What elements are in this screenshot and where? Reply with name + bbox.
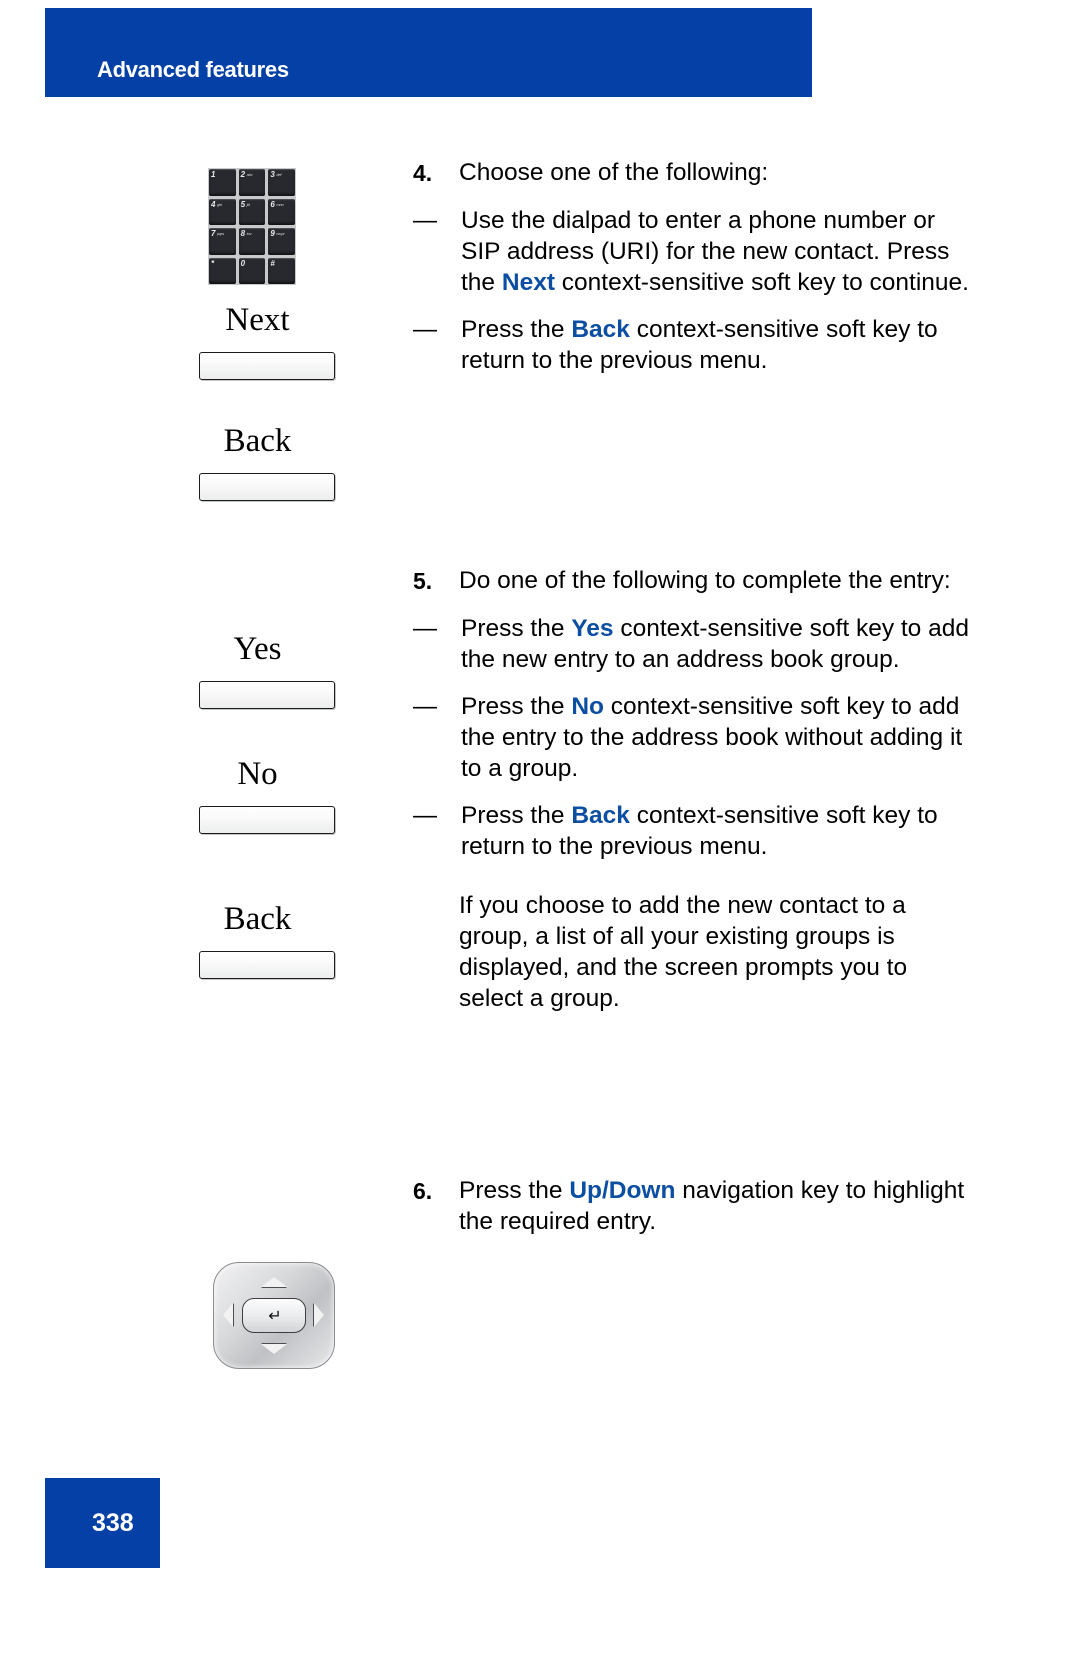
softkey-block-next-0: Next	[150, 300, 410, 380]
dialpad-key-number: 2	[240, 170, 246, 179]
dialpad-key-number: 3	[270, 170, 275, 179]
dialpad-key-4[interactable]: 4 ghi	[209, 198, 236, 225]
header-banner	[45, 8, 812, 97]
softkey-button[interactable]	[199, 951, 335, 979]
dialpad-key-number: 7	[211, 229, 216, 238]
dialpad-key-number: 6	[270, 199, 275, 209]
softkey-block-yes-2: Yes	[150, 629, 410, 709]
body-text: Press the	[461, 316, 572, 343]
softkey-label: Back	[223, 901, 292, 937]
dialpad-key-number: 8	[240, 229, 246, 238]
dialpad-key-1[interactable]: 1	[209, 169, 236, 196]
softkey-block-back-1: Back	[150, 421, 410, 501]
em-dash-marker: —	[413, 693, 437, 720]
softkey-reference: Next	[501, 269, 555, 296]
softkey-button[interactable]	[199, 473, 335, 501]
dialpad-key-letters: wxyz	[276, 231, 285, 236]
step-number: 5.	[413, 568, 433, 594]
softkey-button[interactable]	[199, 681, 335, 709]
bullet-text: Press the Back context-sensitive soft ke…	[461, 314, 973, 376]
dialpad-key-8[interactable]: 8 tuv	[238, 228, 266, 255]
dialpad-key-hash[interactable]: #	[268, 257, 295, 284]
step-text: Do one of the following to complete the …	[459, 567, 951, 594]
softkey-block-back-4: Back	[150, 899, 410, 979]
softkey-reference: No	[571, 693, 604, 720]
step-number: 4.	[413, 160, 433, 186]
page-body: 1 2 abc 3 def 4 ghi 5 jkl 6 mno 7 pqrs 8 tuv 9 wxyz * 0 # N…	[0, 97, 1080, 1477]
softkey-reference: Back	[571, 316, 630, 343]
navigation-key-graphic: ↵	[213, 1262, 335, 1369]
bullet-text: Press the No context-sensitive soft key …	[461, 691, 973, 784]
dialpad-key-number: 1	[211, 170, 216, 179]
step-4: 4. Choose one of the following: — Use the d…	[413, 157, 973, 376]
bullet-text: Press the Back context-sensitive soft ke…	[461, 800, 973, 862]
dialpad-key-letters: abc	[246, 172, 253, 177]
dialpad-key-7[interactable]: 7 pqrs	[209, 228, 236, 255]
bullet-text: Use the dialpad to enter a phone number …	[461, 205, 973, 298]
enter-icon: ↵	[268, 1306, 282, 1325]
step-5: 5. Do one of the following to complete th…	[413, 565, 973, 1014]
step-bullet: — Press the Yes context-sensitive soft ke…	[413, 613, 973, 675]
right-arrow-icon[interactable]	[314, 1303, 324, 1327]
step-6: 6. Press the Up/Down navigation key to hi…	[413, 1175, 973, 1237]
softkey-reference: Yes	[571, 615, 614, 642]
em-dash-marker: —	[413, 316, 437, 343]
dialpad-key-number: 9	[270, 229, 275, 238]
dialpad-key-9[interactable]: 9 wxyz	[268, 228, 295, 255]
trailing-paragraph: If you choose to add the new contact to …	[459, 892, 908, 1012]
dialpad-key-star[interactable]: *	[209, 257, 236, 284]
softkey-reference: Up/Down	[569, 1177, 676, 1204]
dialpad-key-0[interactable]: 0	[238, 257, 266, 284]
step-text: Press the Up/Down navigation key to high…	[459, 1175, 973, 1237]
dialpad-key-number: #	[270, 258, 275, 268]
page-title: Advanced features	[97, 57, 289, 82]
bullet-text: Press the Yes context-sensitive soft key…	[461, 613, 973, 675]
down-arrow-icon[interactable]	[261, 1344, 287, 1354]
body-text: Press the	[461, 802, 572, 829]
dialpad-key-3[interactable]: 3 def	[268, 169, 295, 196]
softkey-block-no-3: No	[150, 754, 410, 834]
softkey-label: No	[237, 756, 278, 792]
dialpad-key-letters: mno	[276, 201, 284, 207]
page-number: 338	[92, 1509, 134, 1537]
em-dash-marker: —	[413, 615, 437, 642]
dialpad-key-5[interactable]: 5 jkl	[238, 198, 266, 225]
dialpad-key-letters: tuv	[246, 231, 252, 236]
enter-key[interactable]: ↵	[242, 1298, 306, 1333]
dialpad-key-letters: pqrs	[217, 231, 224, 236]
left-arrow-icon[interactable]	[223, 1303, 233, 1327]
step-number: 6.	[413, 1178, 433, 1204]
step-bullet: — Press the Back context-sensitive soft k…	[413, 800, 973, 862]
dialpad-key-letters: ghi	[217, 201, 222, 207]
softkey-reference: Back	[571, 802, 630, 829]
softkey-label: Next	[225, 302, 290, 338]
body-text: context-sensitive soft key to continue.	[554, 269, 969, 296]
body-text: Press the	[461, 693, 572, 720]
dialpad-key-2[interactable]: 2 abc	[238, 169, 266, 196]
step-bullet: — Use the dialpad to enter a phone number…	[413, 205, 973, 298]
dialpad-key-number: 0	[240, 258, 246, 268]
dialpad-key-number: 5	[240, 199, 246, 209]
dialpad-key-6[interactable]: 6 mno	[268, 198, 295, 225]
dialpad-key-number: *	[211, 258, 215, 268]
em-dash-marker: —	[413, 207, 437, 234]
step-bullet: — Press the Back context-sensitive soft k…	[413, 314, 973, 376]
step-text: Choose one of the following:	[459, 159, 769, 186]
softkey-label: Back	[223, 423, 292, 459]
body-text: Press the	[459, 1177, 570, 1204]
dialpad-key-number: 4	[211, 199, 216, 209]
dialpad-key-letters: def	[276, 172, 282, 177]
softkey-button[interactable]	[199, 806, 335, 834]
softkey-button[interactable]	[199, 352, 335, 380]
dialpad-graphic: 1 2 abc 3 def 4 ghi 5 jkl 6 mno 7 pqrs 8 tuv 9 wxyz * 0 #	[208, 168, 296, 285]
up-arrow-icon[interactable]	[261, 1277, 287, 1287]
body-text: Press the	[461, 615, 572, 642]
em-dash-marker: —	[413, 802, 437, 829]
step-bullet: — Press the No context-sensitive soft key…	[413, 691, 973, 784]
dialpad-key-letters: jkl	[246, 201, 250, 207]
softkey-label: Yes	[233, 631, 282, 667]
